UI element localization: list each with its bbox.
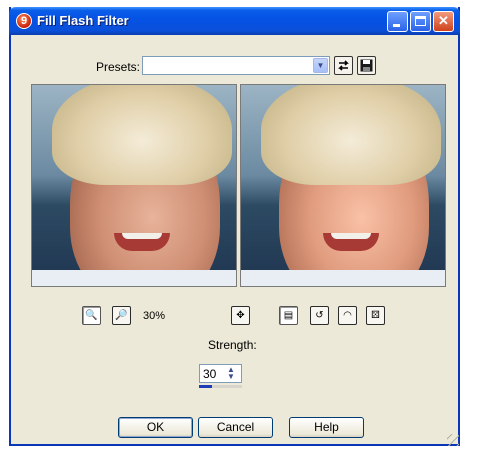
close-icon: ✕ <box>438 13 449 28</box>
preview-hair <box>52 85 232 185</box>
maximize-button[interactable] <box>410 11 431 32</box>
chevron-down-icon[interactable]: ▼ <box>313 58 328 73</box>
zoom-in-icon: 🔍 <box>85 310 98 321</box>
strength-label: Strength: <box>208 338 257 352</box>
load-preset-icon <box>338 60 349 71</box>
strength-slider-fill <box>199 385 212 388</box>
proof-button[interactable]: ▤ <box>279 306 298 325</box>
strength-spinner[interactable]: ▲ ▼ <box>227 366 241 381</box>
pan-button[interactable]: ✥ <box>231 306 250 325</box>
strength-slider[interactable] <box>199 385 242 388</box>
resize-grip[interactable] <box>447 434 459 446</box>
default-button[interactable]: ◠ <box>338 306 357 325</box>
app-icon: 9 <box>16 13 32 29</box>
maximize-icon <box>415 16 426 26</box>
pan-icon: ✥ <box>236 310 245 321</box>
reset-icon: ↺ <box>315 310 324 321</box>
zoom-out-icon: 🔎 <box>115 310 128 321</box>
zoom-level: 30% <box>143 310 166 322</box>
cancel-button[interactable]: Cancel <box>198 417 273 438</box>
ok-button[interactable]: OK <box>118 417 193 438</box>
zoom-in-button[interactable]: 🔍 <box>82 306 101 325</box>
randomize-button[interactable]: ⚄ <box>366 306 385 325</box>
minimize-button[interactable] <box>387 11 408 32</box>
before-preview-image[interactable] <box>31 84 237 287</box>
strength-value: 30 <box>203 367 217 381</box>
title-bar[interactable]: 9 Fill Flash Filter ✕ <box>9 7 460 35</box>
close-button[interactable]: ✕ <box>433 11 454 32</box>
window-title: Fill Flash Filter <box>37 13 129 28</box>
help-button[interactable]: Help <box>289 417 364 438</box>
save-preset-icon <box>360 59 373 72</box>
preview-hair <box>261 85 441 185</box>
minimize-icon <box>393 24 400 27</box>
spin-down-icon[interactable]: ▼ <box>227 373 241 381</box>
proof-icon: ▤ <box>283 310 294 321</box>
default-icon: ◠ <box>343 310 352 321</box>
save-preset-button[interactable] <box>357 56 376 75</box>
strength-input[interactable]: 30 ▲ ▼ <box>199 364 242 383</box>
load-preset-button[interactable] <box>334 56 353 75</box>
after-preview-image[interactable] <box>240 84 446 287</box>
zoom-out-button[interactable]: 🔎 <box>112 306 131 325</box>
randomize-icon: ⚄ <box>371 310 380 321</box>
presets-dropdown[interactable]: ▼ <box>142 56 330 75</box>
preview-shirt <box>241 270 445 286</box>
preview-shirt <box>32 270 236 286</box>
reset-button[interactable]: ↺ <box>310 306 329 325</box>
presets-label: Presets: <box>96 60 141 74</box>
